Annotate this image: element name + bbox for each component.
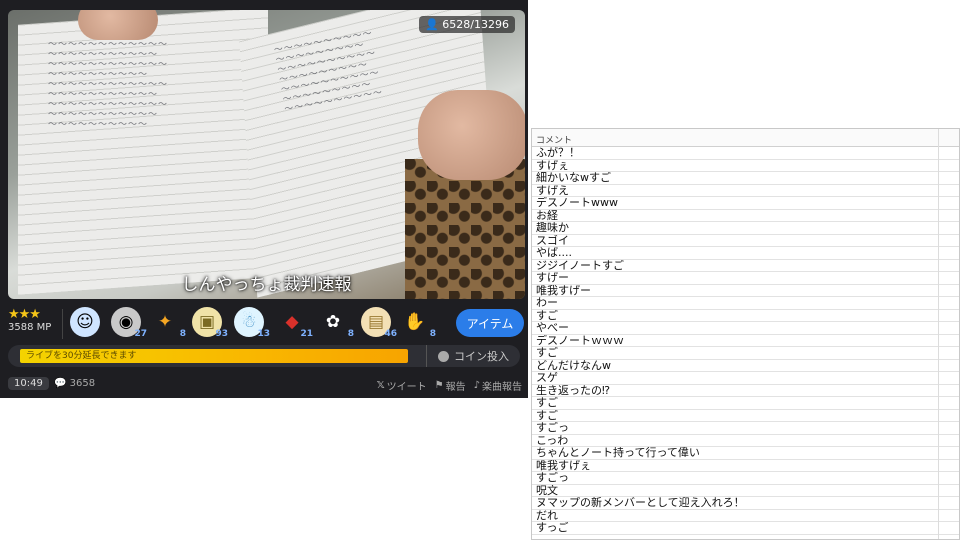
comment-row[interactable]: スゲ [532,372,959,385]
comment-row[interactable]: ヌマップの新メンバーとして迎え入れろ！ [532,497,959,510]
comment-row[interactable]: すげー [532,272,959,285]
elapsed-time: 10:49 [8,377,49,390]
comment-row[interactable]: ジジイノートすご [532,260,959,272]
comment-row[interactable]: どんだけなんw [532,360,959,372]
face-gift-icon[interactable]: ☺ [70,307,100,337]
handwriting-decoration: 〜〜〜〜〜〜〜〜〜〜〜〜〜〜〜〜〜〜〜〜〜〜〜〜〜〜〜〜〜〜〜〜〜〜〜〜〜〜〜〜… [48,40,169,130]
column-divider [938,129,939,539]
scroll-gift-icon[interactable]: ▣ 93 [192,307,228,339]
clap-gift-icon[interactable]: ✋ 8 [400,307,436,339]
comment-row[interactable]: すげぇ [532,160,959,172]
comment-count: 💬 3658 [54,378,96,389]
comment-row[interactable]: すご [532,347,959,360]
comment-row[interactable]: 趣味か [532,222,959,235]
x-icon: 𝕏 [376,380,385,391]
live-player: 〜〜〜〜〜〜〜〜〜〜〜〜 〜〜〜〜〜〜〜〜〜〜〜 〜〜〜〜〜〜〜〜〜〜〜〜 〜〜〜〜〜… [0,0,528,398]
santa-gift-icon[interactable]: ◆ 21 [277,307,313,339]
comment-row[interactable]: こっわ [532,435,959,447]
stream-caption: しんやっちょ裁判速報 [181,275,352,295]
comment-row[interactable]: デスノートwww [532,197,959,210]
comment-row[interactable]: スゴイ [532,235,959,247]
comment-row[interactable]: 生き返ったの⁉ [532,385,959,397]
party-gift-icon[interactable]: ✦ 8 [150,307,186,339]
comment-icon: 💬 [54,378,67,389]
person-icon: 👤 [425,18,439,31]
comment-row[interactable]: 唯我すげー [532,285,959,297]
report-link[interactable]: ⚑ 報告 [435,378,466,393]
player-footer: 10:49 💬 3658 𝕏 ツイート ⚑ 報告 ♪ 楽曲報告 [8,376,522,394]
extend-label: ライブを30分延長できます [26,351,137,361]
footer-links: 𝕏 ツイート ⚑ 報告 ♪ 楽曲報告 [377,378,522,393]
comment-panel[interactable]: コメント ふが？！ すげぇ 細かいなwすご すげえ デスノートwww お経 趣味か スゴイ やば… [531,128,960,540]
paper-gift-icon[interactable]: ▤ 46 [361,307,397,339]
comment-row[interactable]: お経 [532,210,959,222]
comment-row[interactable]: ふが？！ [532,147,959,160]
comment-row[interactable]: やべー [532,322,959,335]
hand-left [78,10,158,40]
item-button[interactable]: アイテム [456,309,524,337]
comment-row[interactable]: すご [532,410,959,422]
comment-row[interactable]: すごっ [532,422,959,435]
video-frame[interactable]: 〜〜〜〜〜〜〜〜〜〜〜〜 〜〜〜〜〜〜〜〜〜〜〜 〜〜〜〜〜〜〜〜〜〜〜〜 〜〜〜〜〜… [8,10,525,299]
viewer-count: 👤 6528/13296 [419,16,515,33]
comment-row[interactable]: すご [532,397,959,410]
comment-row[interactable]: わー [532,297,959,310]
character-gift-icon[interactable]: ✿ 8 [318,307,354,339]
rank-display: ★★★ 3588 MP [8,307,51,333]
gift-bar: ★★★ 3588 MP ☺ ◉ 27 ✦ 8 ▣ 93 ☃ 13 ◆ 21 ✿ 8 ▤ 46 … [0,303,528,343]
comment-column-header: コメント [532,129,959,147]
comment-row[interactable]: 細かいなwすご [532,172,959,185]
music-report-link[interactable]: ♪ 楽曲報告 [474,378,522,393]
flag-icon: ⚑ [434,380,444,391]
tweet-link[interactable]: 𝕏 ツイート [377,378,427,393]
comment-row[interactable]: デスノートｗｗｗ [532,335,959,347]
comment-row[interactable]: 呪文 [532,485,959,497]
comment-row[interactable]: すごっ [532,472,959,485]
rank-stars: ★★★ [8,307,41,322]
stone-gift-icon[interactable]: ◉ 27 [111,307,147,339]
comment-row[interactable]: ちゃんとノート持って行って偉い [532,447,959,460]
hand-right [418,90,525,180]
divider [62,309,63,339]
comment-row[interactable]: やば.... [532,247,959,260]
comment-row[interactable]: すげえ [532,185,959,197]
coin-icon [438,350,449,362]
coin-insert-button[interactable]: コイン投入 [426,345,520,367]
comment-list[interactable]: ふが？！ すげぇ 細かいなwすご すげえ デスノートwww お経 趣味か スゴイ やば.... ジ… [532,147,959,535]
comment-row[interactable]: だれ [532,510,959,522]
comment-row[interactable]: 唯我すげぇ [532,460,959,472]
extend-progress: ライブを30分延長できます [20,349,408,363]
music-note-icon: ♪ [473,380,480,391]
comment-row[interactable]: すご [532,310,959,322]
rank-mp: 3588 MP [8,322,52,333]
extend-live-bar[interactable]: ライブを30分延長できます コイン投入 [8,345,520,367]
ghost-gift-icon[interactable]: ☃ 13 [234,307,270,339]
comment-row[interactable]: すっご [532,522,959,535]
